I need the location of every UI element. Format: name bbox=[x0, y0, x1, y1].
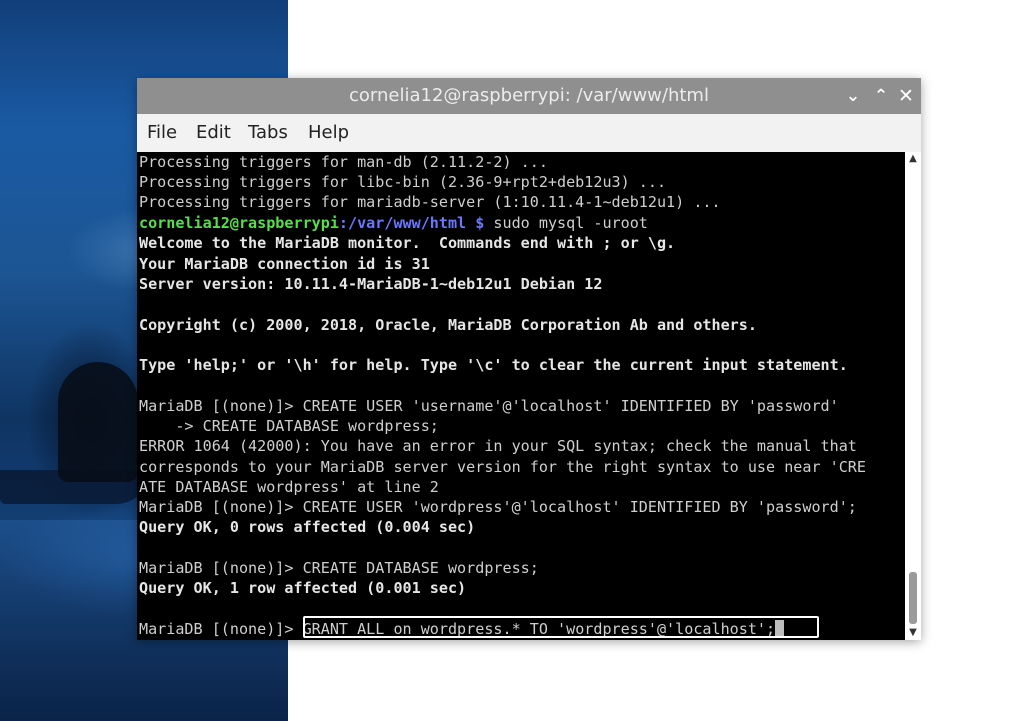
scroll-up-icon[interactable]: ▲ bbox=[905, 152, 921, 166]
terminal-line: ERROR 1064 (42000): You have an error in… bbox=[139, 437, 857, 455]
maximize-icon[interactable]: ⌃ bbox=[869, 78, 893, 114]
terminal-line: MariaDB [(none)]> CREATE USER 'username'… bbox=[139, 397, 839, 415]
mariadb-prompt: MariaDB [(none)]> bbox=[139, 620, 294, 638]
window-title: cornelia12@raspberrypi: /var/www/html bbox=[349, 85, 709, 106]
terminal-line: MariaDB [(none)]> CREATE DATABASE wordpr… bbox=[139, 559, 539, 577]
prompt-command: sudo mysql -uroot bbox=[484, 214, 648, 232]
highlight-box bbox=[303, 616, 819, 638]
menu-file[interactable]: File bbox=[147, 114, 177, 151]
terminal-line: Query OK, 1 row affected (0.001 sec) bbox=[139, 579, 467, 597]
terminal-line: Processing triggers for mariadb-server (… bbox=[139, 193, 721, 211]
shell-prompt-line: cornelia12@raspberrypi:/var/www/html $ s… bbox=[139, 213, 648, 233]
terminal-line: Processing triggers for libc-bin (2.36-9… bbox=[139, 173, 667, 191]
terminal-line: Query OK, 0 rows affected (0.004 sec) bbox=[139, 518, 476, 536]
scroll-thumb[interactable] bbox=[909, 572, 917, 624]
terminal-line: MariaDB [(none)]> CREATE USER 'wordpress… bbox=[139, 498, 857, 516]
terminal-line: Server version: 10.11.4-MariaDB-1~deb12u… bbox=[139, 275, 603, 293]
terminal-line: Processing triggers for man-db (2.11.2-2… bbox=[139, 153, 548, 171]
terminal-line: -> CREATE DATABASE wordpress; bbox=[139, 417, 439, 435]
terminal-line: Copyright (c) 2000, 2018, Oracle, MariaD… bbox=[139, 316, 757, 334]
terminal-output[interactable]: Processing triggers for man-db (2.11.2-2… bbox=[137, 152, 905, 640]
terminal-window: cornelia12@raspberrypi: /var/www/html ⌄ … bbox=[137, 78, 921, 640]
terminal-line: Type 'help;' or '\h' for help. Type '\c'… bbox=[139, 356, 848, 374]
wallpaper-figure bbox=[58, 362, 138, 482]
close-icon[interactable]: ✕ bbox=[894, 78, 918, 114]
terminal-line: corresponds to your MariaDB server versi… bbox=[139, 458, 866, 476]
scroll-down-icon[interactable]: ▼ bbox=[905, 626, 921, 640]
menu-bar: File Edit Tabs Help bbox=[137, 114, 921, 153]
menu-help[interactable]: Help bbox=[308, 114, 349, 151]
terminal-line: Your MariaDB connection id is 31 bbox=[139, 255, 430, 273]
terminal-line: ATE DATABASE wordpress' at line 2 bbox=[139, 478, 439, 496]
prompt-user-host: cornelia12@raspberrypi bbox=[139, 214, 339, 232]
menu-edit[interactable]: Edit bbox=[196, 114, 231, 151]
terminal-line: Welcome to the MariaDB monitor. Commands… bbox=[139, 234, 676, 252]
menu-tabs[interactable]: Tabs bbox=[248, 114, 288, 151]
minimize-icon[interactable]: ⌄ bbox=[841, 78, 865, 114]
prompt-path: :/var/www/html $ bbox=[338, 214, 485, 232]
title-bar[interactable]: cornelia12@raspberrypi: /var/www/html ⌄ … bbox=[137, 78, 921, 114]
vertical-scrollbar[interactable]: ▲ ▼ bbox=[905, 152, 921, 640]
